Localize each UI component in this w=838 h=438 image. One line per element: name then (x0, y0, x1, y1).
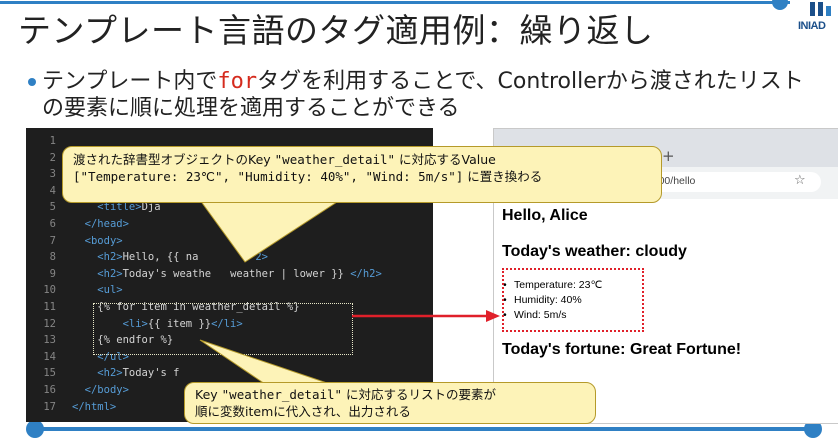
heading-weather: Today's weather: cloudy (502, 243, 687, 260)
slide-title: テンプレート言語のタグ適用例：繰り返し (18, 11, 654, 50)
code-line: 7 <body> (26, 233, 433, 249)
line-number: 5 (49, 201, 56, 214)
line-number: 14 (43, 350, 56, 363)
line-number: 15 (43, 367, 56, 380)
callout-bottom-suffix: に対応するリストの要素が (342, 387, 497, 402)
code-line: 6 </head> (26, 216, 433, 232)
code-text: <h2>Hello, {{ na 2> (97, 251, 269, 264)
line-number: 1 (49, 135, 56, 147)
for-keyword: for (217, 69, 258, 94)
callout-top-list: ["Temperature: 23℃", "Humidity: 40%", "W… (73, 169, 464, 184)
code-line: 10 <ul> (26, 282, 433, 298)
heading-fortune: Today's fortune: Great Fortune! (502, 341, 742, 358)
logo-text: INIAD (798, 20, 826, 32)
callout-bottom-prefix: Key (195, 387, 222, 402)
line-number: 11 (43, 301, 56, 313)
line-number: 12 (43, 317, 56, 330)
callout-bottom-line2: 順に変数itemに代入され、出力される (195, 404, 411, 419)
top-rule-dot (772, 0, 788, 10)
list-output-highlight-box (502, 268, 644, 332)
code-line: 15 <h2>Today's f (26, 365, 433, 381)
line-number: 8 (49, 251, 56, 264)
for-loop-highlight-box (93, 303, 353, 355)
code-text: </body> (84, 384, 129, 396)
code-text: <h2>Today's weathe weather | lower }} </… (97, 267, 382, 280)
code-text: <ul> (97, 284, 123, 297)
code-line: 9 <h2>Today's weathe weather | lower }} … (26, 266, 433, 282)
line-number: 16 (43, 384, 56, 396)
bookmark-star-icon[interactable]: ☆ (794, 173, 806, 188)
new-tab-button[interactable]: + (662, 147, 675, 165)
code-text: </head> (84, 218, 129, 230)
callout-loop-assignment: Key "weather_detail" に対応するリストの要素が 順に変数it… (184, 382, 596, 424)
line-number: 6 (49, 218, 56, 230)
heading-hello: Hello, Alice (502, 207, 588, 224)
line-number: 13 (43, 334, 56, 347)
callout-top-suffix: に対応するValue (395, 152, 496, 167)
callout-bottom-key: "weather_detail" (221, 387, 343, 402)
callout-value-replacement: 渡された辞書型オブジェクトのKey "weather_detail" に対応する… (62, 146, 662, 203)
bullet-text: テンプレート内でforタグを利用することで、Controllerから渡されたリス… (42, 68, 808, 122)
line-number: 9 (49, 267, 56, 280)
code-line: 8 <h2>Hello, {{ na 2> (26, 249, 433, 265)
code-text: <body> (84, 234, 123, 247)
code-text: </html> (72, 400, 117, 413)
bottom-rule (38, 427, 813, 431)
bullet-dot (28, 78, 36, 86)
bullet-point: テンプレート内でforタグを利用することで、Controllerから渡されたリス… (28, 68, 808, 122)
callout-top-prefix: 渡された辞書型オブジェクトのKey (73, 152, 275, 167)
callout-top-key: "weather_detail" (274, 152, 396, 167)
bottom-rule-dot-left (26, 420, 44, 438)
code-text: <title>Dja (97, 201, 161, 214)
line-number: 17 (43, 400, 56, 413)
line-number: 7 (49, 234, 56, 247)
callout-top-line2-suffix: に置き換わる (463, 169, 543, 184)
line-number: 10 (43, 284, 56, 297)
code-text: <h2>Today's f (97, 367, 180, 380)
bullet-prefix: テンプレート内で (42, 69, 218, 94)
